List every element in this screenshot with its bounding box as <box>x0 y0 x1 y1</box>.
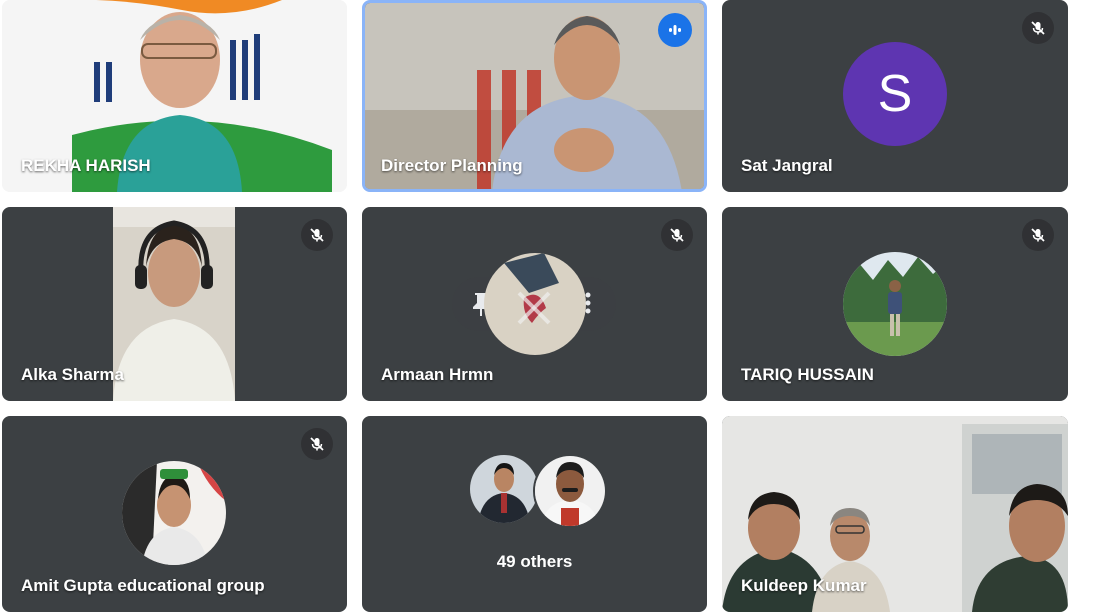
participant-name: Armaan Hrmn <box>381 365 494 384</box>
audio-wave-icon <box>658 13 692 47</box>
tile-tariq-hussain[interactable]: TARIQ HUSSAIN <box>722 207 1068 401</box>
avatar <box>533 454 607 528</box>
mic-off-icon <box>1022 219 1054 251</box>
participant-name: REKHA HARISH <box>21 156 151 175</box>
tile-alka-sharma[interactable]: Alka Sharma <box>2 207 347 401</box>
mic-off-icon <box>1022 12 1054 44</box>
participant-name: Amit Gupta educational group <box>21 576 265 595</box>
tile-sat-jangral[interactable]: S Sat Jangral <box>722 0 1068 192</box>
avatar: S <box>843 42 947 146</box>
tile-rekha-harish[interactable]: REKHA HARISH <box>2 0 347 192</box>
participant-name: Kuldeep Kumar <box>741 576 867 595</box>
avatar <box>484 253 586 355</box>
mic-off-icon <box>301 428 333 460</box>
mic-off-icon <box>301 219 333 251</box>
tile-director-planning[interactable]: Director Planning <box>362 0 707 192</box>
participant-name: TARIQ HUSSAIN <box>741 365 874 384</box>
participant-name: Director Planning <box>381 156 523 175</box>
others-count: 49 others <box>496 552 573 571</box>
participant-name: Alka Sharma <box>21 365 124 384</box>
tile-others[interactable]: 49 others <box>362 416 707 612</box>
tile-kuldeep-kumar[interactable]: Kuldeep Kumar <box>722 416 1068 612</box>
tile-armaan-hrmn[interactable]: Armaan Hrmn <box>362 207 707 401</box>
video-feed <box>113 207 235 401</box>
avatar <box>122 461 226 565</box>
participant-grid: REKHA HARISH Director Planning S Sat Jan… <box>0 0 1095 614</box>
participant-name: Sat Jangral <box>741 156 833 175</box>
mic-off-icon <box>661 219 693 251</box>
avatar <box>843 252 947 356</box>
more-vert-icon[interactable] <box>584 291 592 320</box>
avatar <box>470 455 538 523</box>
tile-amit-gupta[interactable]: Amit Gupta educational group <box>2 416 347 612</box>
